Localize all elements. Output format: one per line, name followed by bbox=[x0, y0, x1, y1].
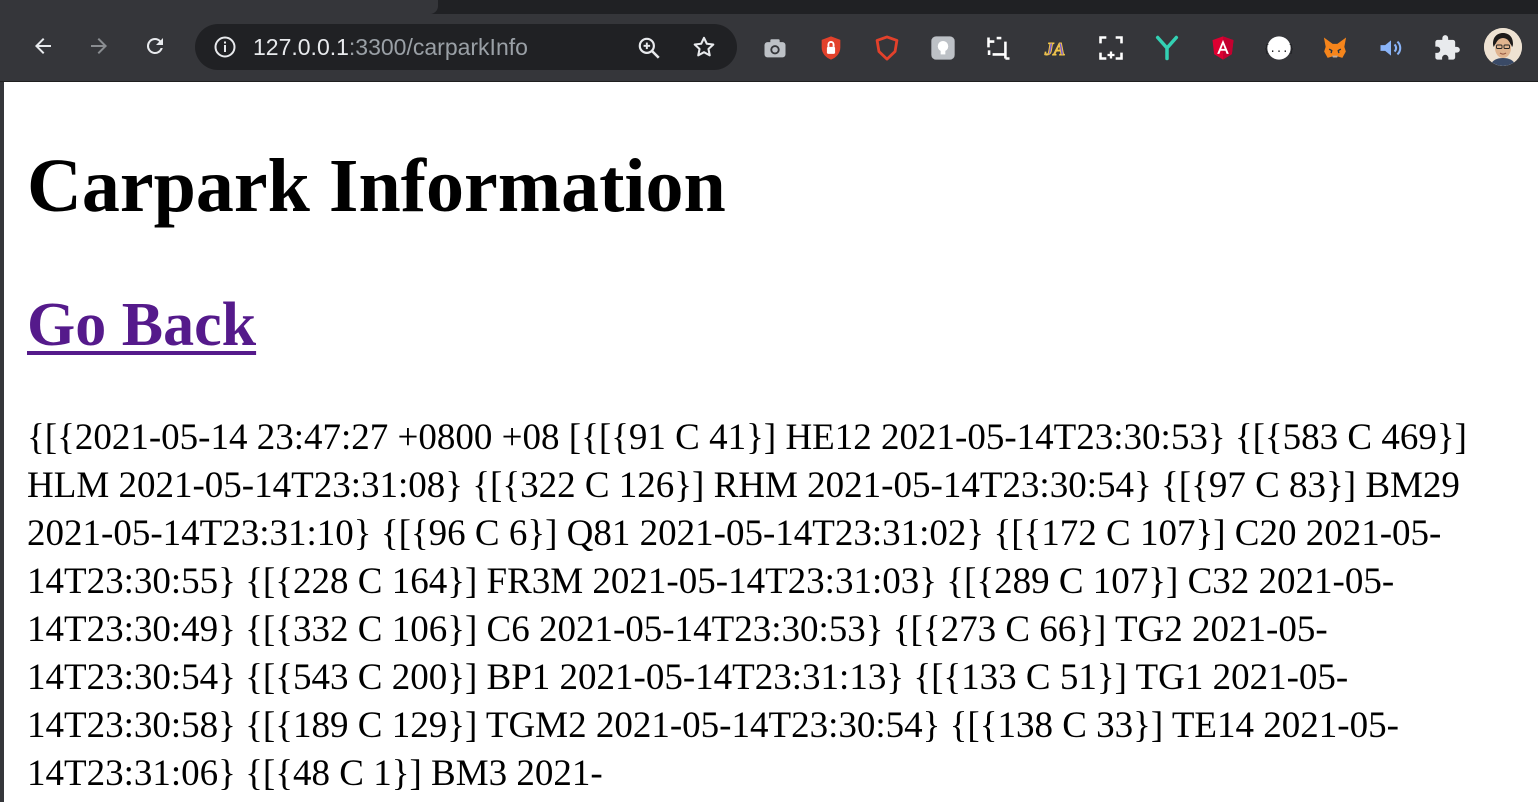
metamask-fox-icon[interactable] bbox=[1320, 33, 1350, 63]
active-tab[interactable] bbox=[0, 0, 438, 14]
brave-shield-icon[interactable] bbox=[872, 33, 902, 63]
speaker-icon[interactable] bbox=[1376, 33, 1406, 63]
tab-strip bbox=[0, 0, 1538, 14]
arrow-left-icon bbox=[35, 38, 51, 54]
avatar[interactable] bbox=[1484, 28, 1522, 66]
page-title: Carpark Information bbox=[27, 144, 726, 228]
puzzle-icon[interactable] bbox=[1432, 33, 1462, 63]
go-back-link[interactable]: Go Back bbox=[27, 288, 256, 362]
y-icon[interactable] bbox=[1152, 33, 1182, 63]
camera-icon[interactable] bbox=[760, 33, 790, 63]
svg-text:JA: JA bbox=[1044, 39, 1065, 59]
json-icon[interactable]: {...} bbox=[1264, 33, 1294, 63]
url-host: 127.0.0.1 bbox=[253, 34, 349, 60]
url-text[interactable]: 127.0.0.1:3300/carparkInfo bbox=[253, 24, 528, 70]
address-bar[interactable]: 127.0.0.1:3300/carparkInfo bbox=[195, 24, 737, 70]
svg-text:{...}: {...} bbox=[1265, 43, 1293, 55]
reload-button[interactable] bbox=[137, 28, 173, 64]
arrow-right-icon bbox=[91, 38, 107, 54]
reload-icon bbox=[146, 37, 163, 54]
zoom-icon[interactable] bbox=[636, 35, 662, 61]
lightbulb-icon[interactable] bbox=[928, 33, 958, 63]
screenshot-icon[interactable] bbox=[1096, 33, 1126, 63]
carpark-data-text: {[{2021-05-14 23:47:27 +0800 +08 [{[{91 … bbox=[27, 417, 1467, 794]
browser-toolbar: 127.0.0.1:3300/carparkInfo JA {.. bbox=[0, 14, 1538, 82]
forward-button[interactable] bbox=[81, 28, 117, 64]
profile-photo-icon bbox=[1484, 28, 1522, 66]
info-icon[interactable] bbox=[213, 35, 237, 59]
angular-icon[interactable] bbox=[1208, 33, 1238, 63]
url-path: :3300/carparkInfo bbox=[348, 34, 528, 60]
lock-shield-icon[interactable] bbox=[816, 33, 846, 63]
bookmark-star-icon[interactable] bbox=[691, 34, 717, 60]
back-button[interactable] bbox=[25, 28, 61, 64]
window-frame bbox=[0, 82, 4, 802]
ja-icon[interactable]: JA bbox=[1040, 33, 1070, 63]
crop-icon[interactable] bbox=[984, 33, 1014, 63]
